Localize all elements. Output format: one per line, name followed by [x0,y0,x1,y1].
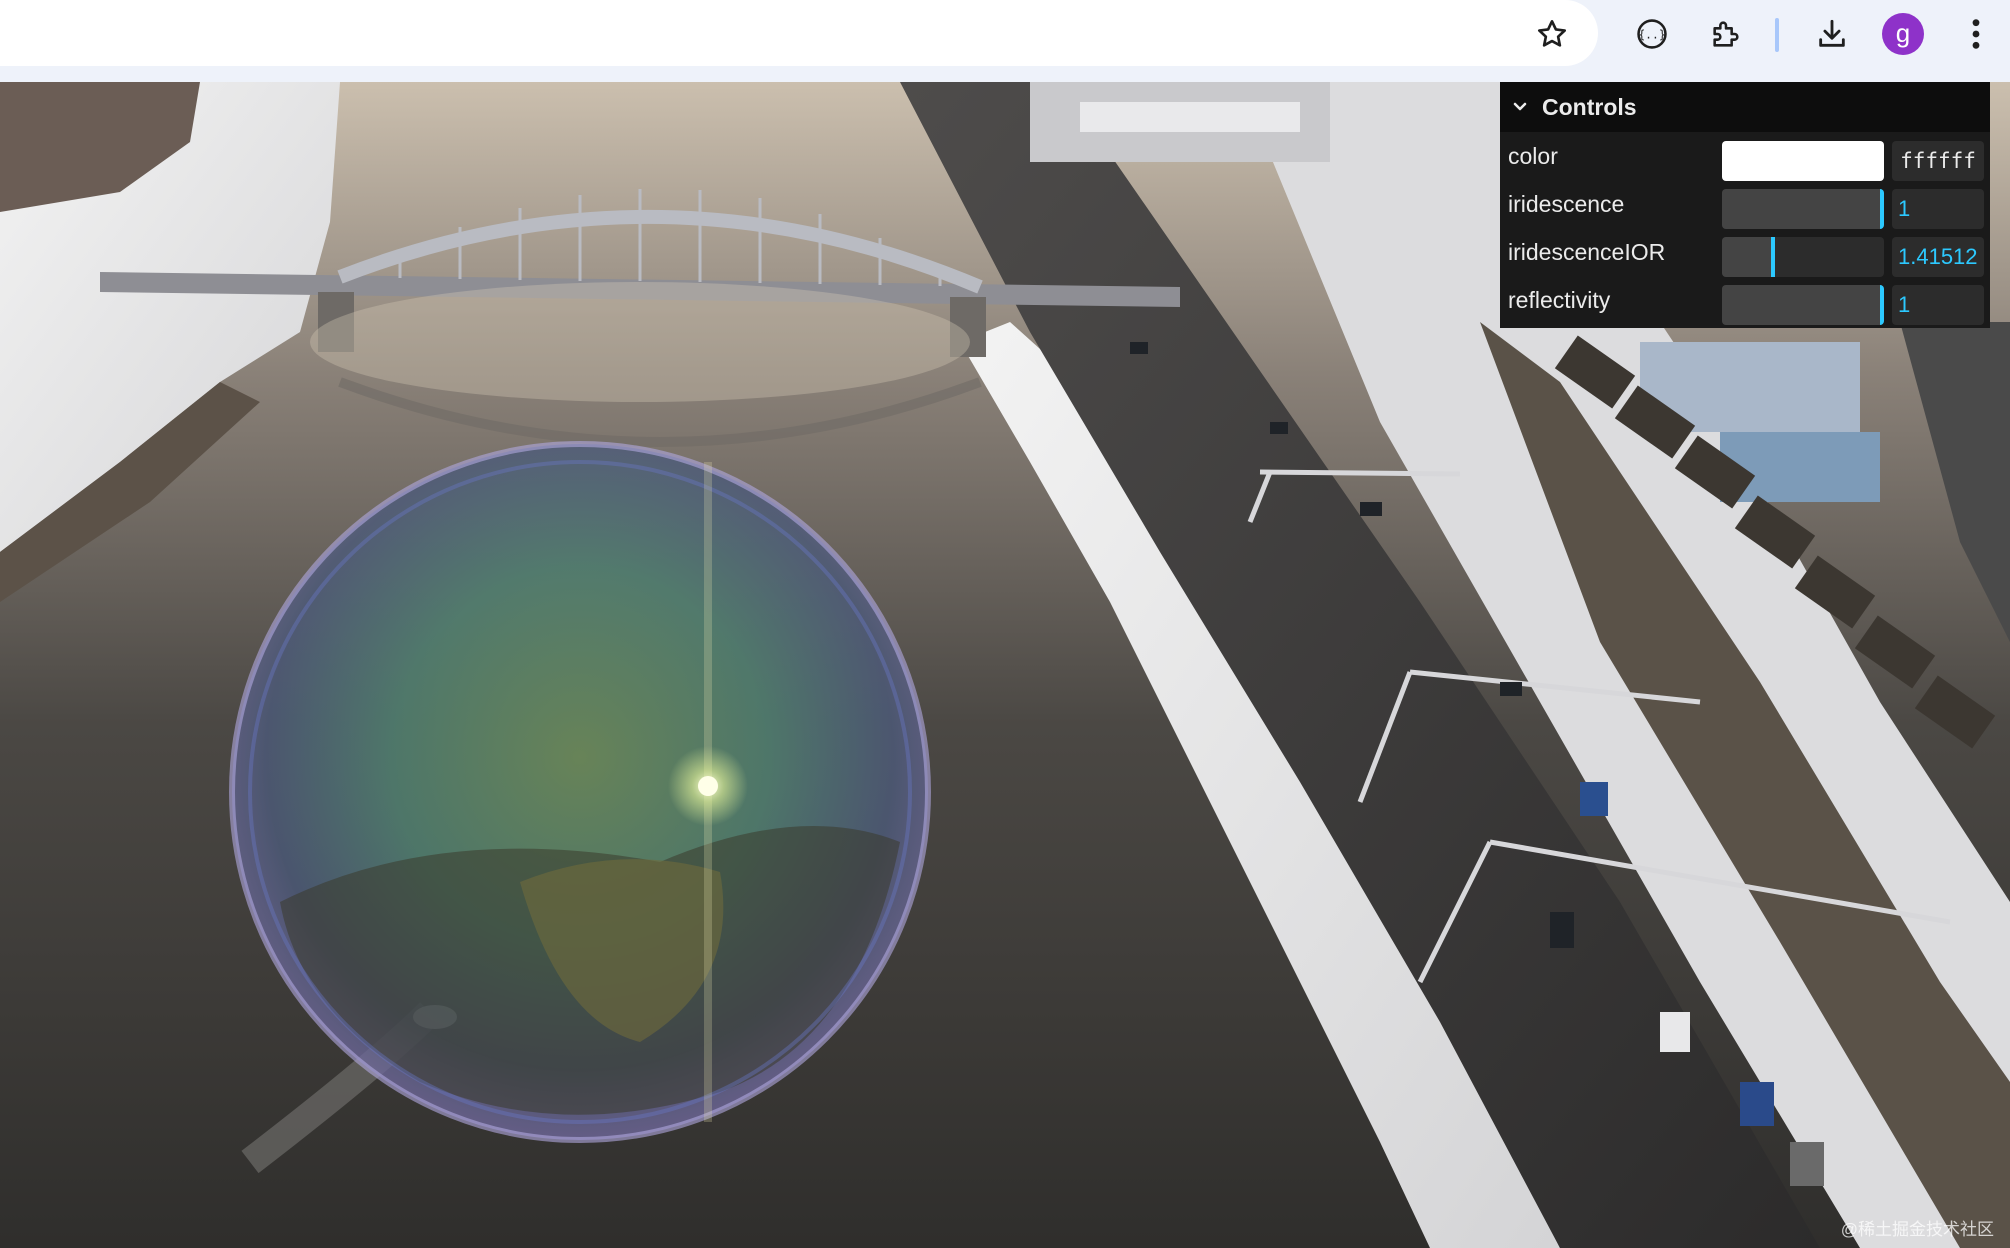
download-icon[interactable] [1808,10,1856,58]
bookmark-star-icon[interactable] [1528,10,1576,58]
controls-panel: Controls color ffffff iridescence 1 irid… [1500,82,1990,328]
control-row-reflectivity: reflectivity 1 [1500,276,1990,325]
iridescence-slider[interactable] [1722,189,1884,229]
address-bar[interactable] [0,0,1598,66]
control-row-color: color ffffff [1500,132,1990,181]
slider-fill [1722,285,1882,325]
profile-avatar[interactable]: g [1882,13,1924,55]
control-label: color [1508,143,1558,169]
more-menu-icon[interactable] [1952,10,2000,58]
iridescence-number-input[interactable]: 1 [1892,189,1984,229]
color-picker-swatch[interactable] [1722,141,1884,181]
iridescence-ior-slider[interactable] [1722,237,1884,277]
slider-handle[interactable] [1771,237,1775,277]
browser-toolbar: {..} g [0,0,2010,82]
controls-title-bar[interactable]: Controls [1500,82,1990,132]
reflectivity-slider[interactable] [1722,285,1884,325]
slider-fill [1722,237,1773,277]
control-label: iridescenceIOR [1508,239,1666,265]
iridescence-ior-number-input[interactable]: 1.41512 [1892,237,1984,277]
controls-title: Controls [1542,93,1637,120]
toolbar-divider [1775,18,1779,52]
reflectivity-number-input[interactable]: 1 [1892,285,1984,325]
chevron-down-icon [1512,97,1532,117]
control-row-iridescence-ior: iridescenceIOR 1.41512 [1500,228,1990,277]
slider-handle[interactable] [1880,285,1884,325]
slider-fill [1722,189,1882,229]
developer-tools-icon[interactable]: {..} [1628,10,1676,58]
extensions-icon[interactable] [1702,10,1750,58]
control-label: iridescence [1508,191,1625,217]
watermark-text: @稀土掘金技术社区 [1840,1220,1994,1239]
svg-text:{..}: {..} [1638,27,1665,41]
color-hex-input[interactable]: ffffff [1892,141,1984,181]
slider-handle[interactable] [1880,189,1884,229]
control-row-iridescence: iridescence 1 [1500,180,1990,229]
control-label: reflectivity [1508,287,1611,313]
